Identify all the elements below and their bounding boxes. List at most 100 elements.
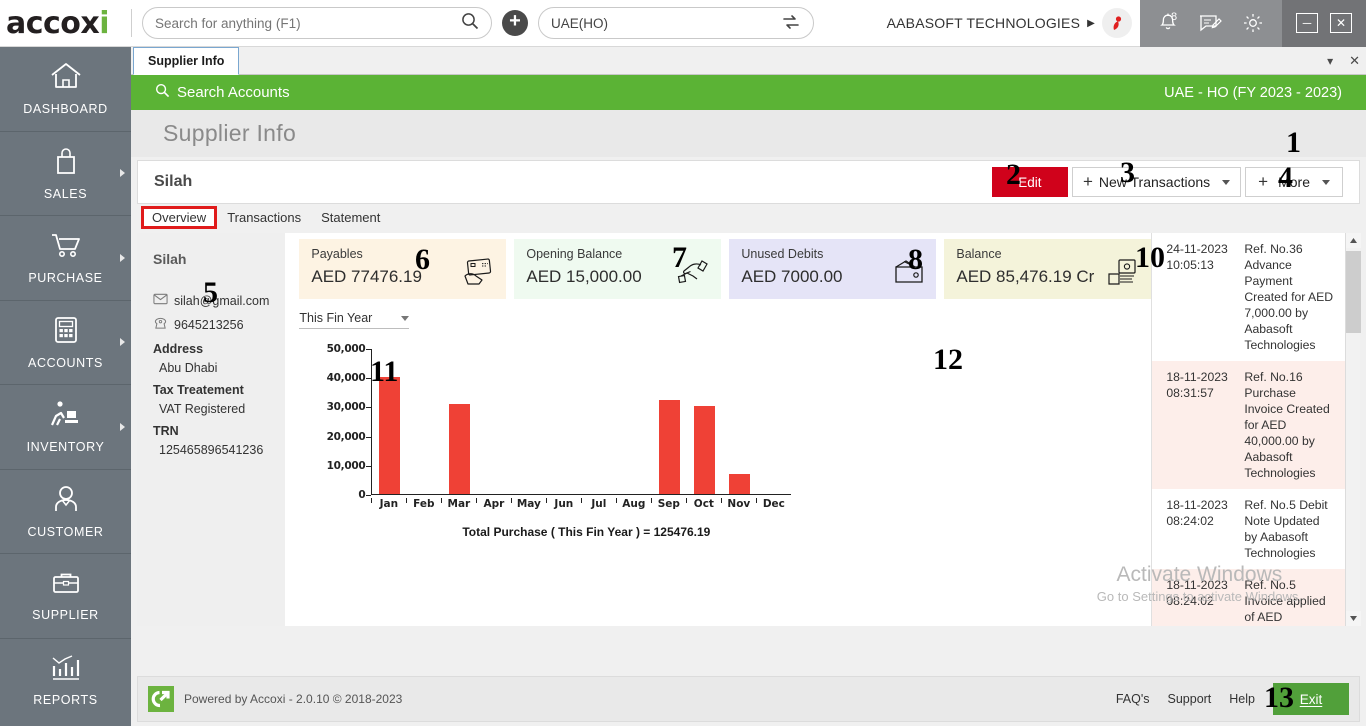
sidebar-item-purchase[interactable]: PURCHASE	[0, 216, 131, 301]
switch-branch-icon[interactable]	[781, 13, 801, 34]
company-context: UAE - HO (FY 2023 - 2023)	[1164, 85, 1342, 101]
activity-row[interactable]: 24-11-202310:05:13Ref. No.36 Advance Pay…	[1152, 233, 1345, 361]
scrollbar-thumb[interactable]	[1346, 251, 1361, 333]
profile-phone-row: 9645213256	[153, 317, 269, 333]
x-axis-tick-label: Jul	[581, 498, 616, 510]
page-title: Supplier Info	[163, 120, 296, 147]
annotation-number-6: 6	[415, 245, 430, 275]
tab-statement[interactable]: Statement	[311, 208, 390, 227]
sidebar-item-label: SUPPLIER	[32, 608, 99, 622]
exit-label: Exit	[1300, 692, 1323, 707]
x-axis-tick-mark	[406, 498, 407, 503]
chart-bar-column	[407, 349, 442, 494]
support-link[interactable]: Support	[1168, 692, 1212, 706]
sidebar-item-label: SALES	[44, 187, 87, 201]
activity-row[interactable]: 18-11-202308:24:02Ref. No.5 Invoice appl…	[1152, 569, 1345, 626]
search-icon[interactable]	[461, 12, 479, 35]
period-filter-dropdown[interactable]: This Fin Year	[299, 311, 409, 329]
global-search[interactable]	[142, 7, 492, 39]
new-transactions-button[interactable]: + New Transactions	[1072, 167, 1241, 197]
chart-bar[interactable]	[659, 400, 680, 494]
avatar[interactable]	[1102, 8, 1132, 38]
overview-center: Payables AED 77476.19 Opening Balance AE…	[285, 233, 1151, 626]
more-button[interactable]: + More	[1245, 167, 1343, 197]
x-axis-tick-mark	[686, 498, 687, 503]
y-axis-tick-label: 30,000	[327, 401, 366, 413]
phone-icon	[153, 317, 168, 333]
x-axis-tick-label: Jun	[546, 498, 581, 510]
activity-scrollbar[interactable]	[1345, 233, 1360, 626]
footer-links: FAQ's Support Help Exit	[1116, 683, 1349, 715]
organization-menu[interactable]: AABASOFT TECHNOLOGIES ▶	[887, 8, 1140, 38]
search-input[interactable]	[155, 16, 461, 31]
sidebar-item-label: ACCOUNTS	[28, 356, 103, 370]
activity-text: Ref. No.36 Advance Payment Created for A…	[1244, 241, 1335, 353]
calculator-icon	[52, 315, 80, 350]
sidebar-item-reports[interactable]: REPORTS	[0, 639, 131, 724]
search-accounts-bar[interactable]: Search Accounts UAE - HO (FY 2023 - 2023…	[131, 75, 1366, 110]
shopping-bag-icon	[51, 146, 81, 181]
kpi-card-balance: Balance AED 85,476.19 Cr	[944, 239, 1151, 299]
activity-list[interactable]: 24-11-202310:05:13Ref. No.36 Advance Pay…	[1152, 233, 1345, 626]
x-axis-tick-label: Dec	[756, 498, 791, 510]
bar-chart-icon	[50, 654, 82, 687]
chart-bar-column	[442, 349, 477, 494]
annotation-number-3: 3	[1120, 158, 1135, 188]
x-axis-tick-mark	[651, 498, 652, 503]
page-header: Supplier Info	[131, 110, 1366, 157]
sidebar-item-accounts[interactable]: ACCOUNTS	[0, 301, 131, 386]
faq-link[interactable]: FAQ's	[1116, 692, 1150, 706]
footer-bar: Powered by Accoxi - 2.0.10 © 2018-2023 F…	[137, 676, 1360, 722]
search-accounts-label: Search Accounts	[177, 84, 290, 101]
tab-strip-controls: ▾ ✕	[1327, 47, 1360, 75]
help-link[interactable]: Help	[1229, 692, 1255, 706]
annotation-number-4: 4	[1278, 163, 1293, 193]
tab-overview[interactable]: Overview	[141, 206, 217, 229]
tab-transactions[interactable]: Transactions	[217, 208, 311, 227]
x-axis-tick-label: Aug	[616, 498, 651, 510]
app-window: accoxi + UAE(HO) AABASOFT TECHNOLOGIES ▶	[0, 0, 1366, 726]
kpi-card-opening-balance: Opening Balance AED 15,000.00	[514, 239, 721, 299]
sidebar-item-sales[interactable]: SALES	[0, 132, 131, 217]
chevron-down-icon[interactable]: ▾	[1327, 54, 1333, 68]
scroll-down-icon[interactable]	[1346, 611, 1361, 626]
x-axis-tick-mark	[511, 498, 512, 503]
x-axis-tick-label: Sep	[651, 498, 686, 510]
y-axis-tick-label: 40,000	[327, 372, 366, 384]
annotation-number-7: 7	[672, 243, 687, 273]
sidebar-item-customer[interactable]: CUSTOMER	[0, 470, 131, 555]
chart-bar[interactable]	[729, 474, 750, 494]
chart-bar[interactable]	[449, 404, 470, 494]
sidebar-item-supplier[interactable]: SUPPLIER	[0, 554, 131, 639]
x-axis-tick-label: Oct	[686, 498, 721, 510]
activity-row[interactable]: 18-11-202308:24:02Ref. No.5 Debit Note U…	[1152, 489, 1345, 569]
document-tab-supplier-info[interactable]: Supplier Info	[133, 47, 239, 75]
y-axis-tick-label: 20,000	[327, 431, 366, 443]
gear-icon[interactable]	[1242, 12, 1264, 34]
minimize-icon[interactable]: ─	[1296, 13, 1318, 33]
bell-icon[interactable]: 8	[1158, 12, 1178, 34]
annotation-number-13: 13	[1264, 683, 1294, 713]
top-bar: accoxi + UAE(HO) AABASOFT TECHNOLOGIES ▶	[0, 0, 1366, 47]
chevron-right-icon: ▶	[1087, 18, 1095, 29]
chart-bar[interactable]	[694, 406, 715, 494]
chart-bar-column	[547, 349, 582, 494]
new-transactions-label: New Transactions	[1099, 174, 1210, 190]
chevron-right-icon	[120, 423, 125, 431]
branch-selector[interactable]: UAE(HO)	[538, 7, 814, 39]
activity-text: Ref. No.5 Debit Note Updated by Aabasoft…	[1244, 497, 1335, 561]
close-tab-icon[interactable]: ✕	[1349, 53, 1360, 69]
activity-row[interactable]: 18-11-202308:31:57Ref. No.16 Purchase In…	[1152, 361, 1345, 489]
scroll-up-icon[interactable]	[1346, 233, 1361, 248]
close-icon[interactable]: ✕	[1330, 13, 1352, 33]
x-axis-tick-mark	[546, 498, 547, 503]
x-axis-tick-mark	[616, 498, 617, 503]
quick-add-button[interactable]: +	[502, 10, 528, 36]
chart-bar-column	[617, 349, 652, 494]
feedback-icon[interactable]	[1198, 13, 1222, 33]
sidebar-item-dashboard[interactable]: DASHBOARD	[0, 47, 131, 132]
chart-bar[interactable]	[379, 377, 400, 494]
activity-log-panel: 24-11-202310:05:13Ref. No.36 Advance Pay…	[1151, 233, 1360, 626]
edit-button[interactable]: Edit	[992, 167, 1068, 197]
sidebar-item-inventory[interactable]: INVENTORY	[0, 385, 131, 470]
